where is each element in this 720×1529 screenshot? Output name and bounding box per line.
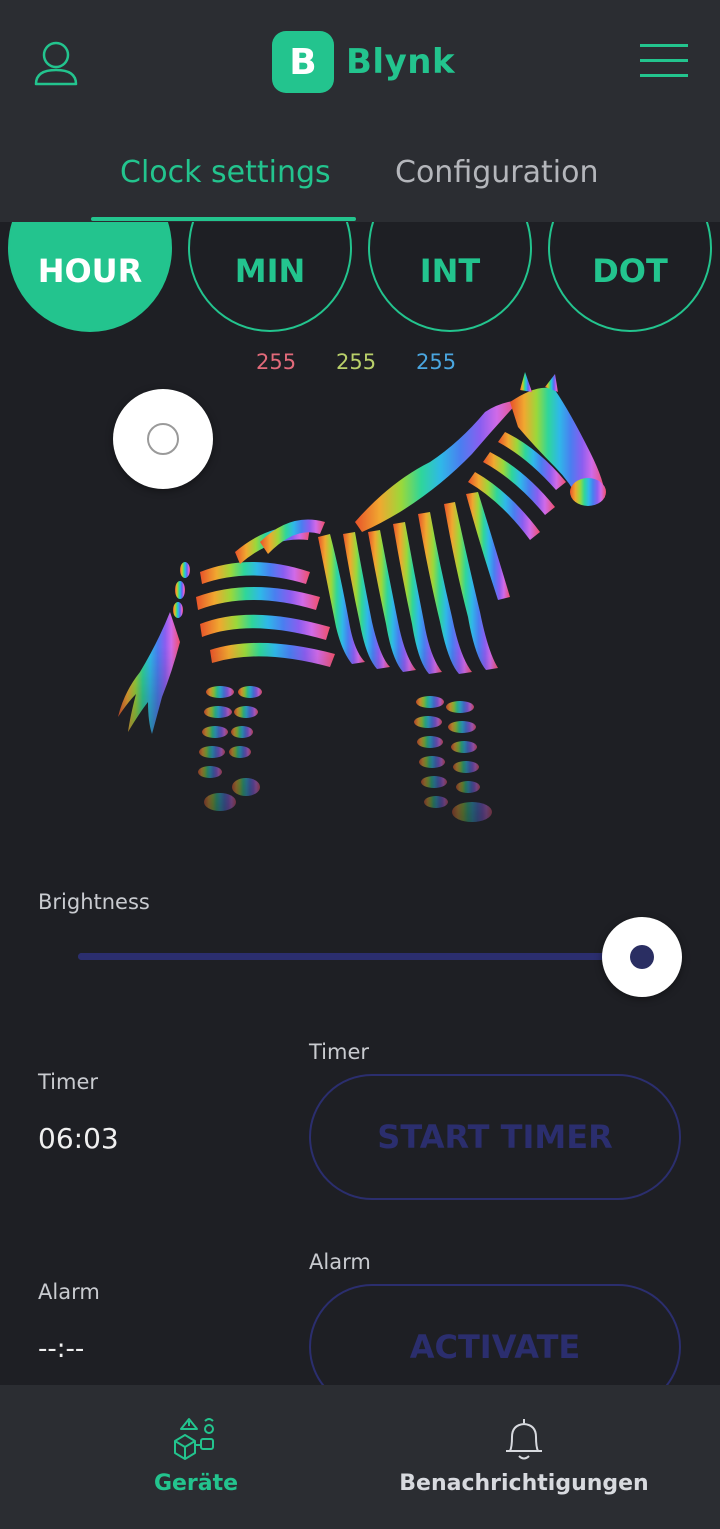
dashboard-content: HOUR MIN INT DOT 255 255 255 Brightness … (0, 222, 720, 1385)
start-timer-button[interactable]: START TIMER (309, 1074, 681, 1200)
tab-configuration[interactable]: Configuration (395, 155, 598, 190)
timer-value: 06:03 (38, 1122, 119, 1155)
timer-button-label: Timer (309, 1040, 370, 1064)
segment-hour-button[interactable]: HOUR (8, 222, 172, 332)
nav-notifications-label: Benachrichtigungen (399, 1471, 649, 1496)
tab-clock-settings[interactable]: Clock settings (120, 155, 331, 190)
activate-alarm-button[interactable]: ACTIVATE (309, 1284, 681, 1385)
brightness-slider-fill (78, 953, 638, 960)
devices-icon (174, 1418, 214, 1460)
alarm-value: --:-- (38, 1334, 85, 1364)
rgb-red-value: 255 (256, 350, 297, 374)
nav-notifications[interactable]: Benachrichtigungen (360, 1385, 720, 1529)
brightness-slider-handle[interactable] (602, 917, 682, 997)
segment-int-button[interactable]: INT (368, 222, 532, 332)
segment-dot-button[interactable]: DOT (548, 222, 712, 332)
logo-badge: B (272, 31, 334, 93)
color-picker-knob[interactable] (113, 389, 213, 489)
brightness-label: Brightness (38, 890, 150, 914)
color-picker-knob-ring (147, 423, 179, 455)
brightness-slider-track[interactable] (78, 953, 638, 960)
user-icon[interactable] (30, 38, 82, 90)
active-tab-indicator (91, 217, 356, 221)
bottom-navigation: Geräte Benachrichtigungen (0, 1385, 720, 1529)
app-header: B Blynk (0, 0, 720, 125)
segment-min-button[interactable]: MIN (188, 222, 352, 332)
tab-bar: Clock settings Configuration (0, 125, 720, 222)
nav-devices[interactable]: Geräte (0, 1385, 360, 1529)
app-name: Blynk (346, 42, 456, 82)
alarm-button-label: Alarm (309, 1250, 371, 1274)
hamburger-menu-icon[interactable] (640, 42, 688, 80)
bell-icon (506, 1419, 542, 1460)
brightness-slider-handle-dot (630, 945, 654, 969)
rgb-blue-value: 255 (416, 350, 457, 374)
blynk-logo: B Blynk (272, 30, 455, 94)
alarm-label: Alarm (38, 1280, 100, 1304)
timer-label: Timer (38, 1070, 99, 1094)
rgb-green-value: 255 (336, 350, 377, 374)
